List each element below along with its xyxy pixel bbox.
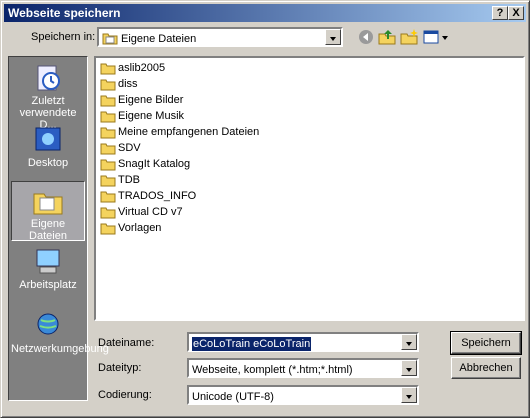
folder-icon: [100, 191, 116, 203]
place-label: Arbeitsplatz: [19, 279, 77, 291]
list-item[interactable]: SDV: [100, 140, 141, 156]
encoding-label: Codierung:: [98, 389, 152, 401]
window-title: Webseite speichern: [8, 6, 121, 20]
place-recent[interactable]: Zuletzt verwendete D...: [11, 59, 85, 131]
filetype-dropdown-button[interactable]: [401, 360, 417, 376]
file-name: TDB: [118, 174, 140, 186]
save-dialog: Webseite speichern ? X Speichern in: Eig…: [0, 0, 530, 418]
file-name: TRADOS_INFO: [118, 190, 197, 202]
folder-icon: [100, 223, 116, 235]
filename-value[interactable]: eCoLoTrain eCoLoTrain: [192, 337, 312, 351]
folder-icon: [100, 127, 116, 139]
encoding-dropdown-button[interactable]: [401, 387, 417, 403]
filetype-combo[interactable]: Webseite, komplett (*.htm;*.html): [187, 358, 419, 378]
folder-icon: [100, 175, 116, 187]
my-documents-icon: [102, 33, 118, 45]
places-bar: Zuletzt verwendete D... Desktop Eigene D…: [8, 56, 109, 401]
list-item[interactable]: TRADOS_INFO: [100, 188, 196, 204]
place-my-computer[interactable]: Arbeitsplatz: [11, 243, 85, 303]
folder-icon: [100, 159, 116, 171]
filename-combo[interactable]: eCoLoTrain eCoLoTrain: [187, 332, 419, 352]
list-item[interactable]: TDB: [100, 172, 140, 188]
list-item[interactable]: Vorlagen: [100, 220, 161, 236]
up-folder-icon[interactable]: [378, 28, 396, 46]
folder-icon: [100, 111, 116, 123]
list-item[interactable]: Eigene Bilder: [100, 92, 183, 108]
filetype-value: Webseite, komplett (*.htm;*.html): [192, 364, 353, 376]
folder-icon: [100, 207, 116, 219]
place-label: Eigene Dateien: [29, 218, 67, 242]
file-name: SDV: [118, 142, 141, 154]
my-computer-icon: [36, 249, 60, 274]
lookin-combo[interactable]: Eigene Dateien: [97, 27, 343, 47]
place-my-documents[interactable]: Eigene Dateien: [11, 181, 85, 242]
filetype-label: Dateityp:: [98, 362, 142, 374]
place-label: Desktop: [27, 157, 69, 169]
lookin-label: Speichern in:: [31, 31, 96, 43]
file-name: SnagIt Katalog: [118, 158, 191, 170]
lookin-value: Eigene Dateien: [121, 33, 197, 45]
view-menu-icon[interactable]: [422, 28, 450, 46]
back-icon[interactable]: [357, 28, 375, 46]
folder-icon: [100, 63, 116, 75]
list-item[interactable]: diss: [100, 76, 138, 92]
file-name: Eigene Bilder: [118, 94, 184, 106]
place-desktop[interactable]: Desktop: [11, 121, 85, 181]
list-item[interactable]: SnagIt Katalog: [100, 156, 190, 172]
folder-icon: [100, 79, 116, 91]
help-button[interactable]: ?: [492, 6, 508, 20]
recent-documents-icon: [37, 65, 60, 91]
desktop-icon: [35, 127, 61, 151]
list-item[interactable]: aslib2005: [100, 60, 165, 76]
encoding-value: Unicode (UTF-8): [192, 391, 274, 403]
place-label: Netzwerkumgebung: [11, 343, 109, 355]
list-item[interactable]: Eigene Musik: [100, 108, 184, 124]
file-list[interactable]: aslib2005 diss Eigene Bilder Eigene Musik Me…: [94, 56, 525, 321]
filename-dropdown-button[interactable]: [401, 334, 417, 350]
folder-icon: [100, 143, 116, 155]
file-name: Meine empfangenen Dateien: [118, 126, 260, 138]
new-folder-icon[interactable]: [400, 28, 418, 46]
cancel-button[interactable]: Abbrechen: [451, 357, 521, 379]
place-network[interactable]: Netzwerkumgebung: [11, 307, 109, 367]
file-name: Virtual CD v7: [118, 206, 183, 218]
folder-icon: [100, 95, 116, 107]
my-documents-icon: [33, 193, 63, 215]
network-icon: [37, 313, 59, 335]
title-bar: Webseite speichern ? X: [4, 4, 526, 22]
close-button[interactable]: X: [508, 6, 524, 20]
file-name: diss: [118, 78, 138, 90]
save-button[interactable]: Speichern: [450, 331, 522, 355]
lookin-dropdown-button[interactable]: [325, 29, 341, 45]
list-item[interactable]: Meine empfangenen Dateien: [100, 124, 259, 140]
encoding-combo[interactable]: Unicode (UTF-8): [187, 385, 419, 405]
file-name: Eigene Musik: [118, 110, 185, 122]
file-name: aslib2005: [118, 62, 166, 74]
filename-label: Dateiname:: [98, 337, 155, 349]
file-name: Vorlagen: [118, 222, 162, 234]
list-item[interactable]: Virtual CD v7: [100, 204, 183, 220]
